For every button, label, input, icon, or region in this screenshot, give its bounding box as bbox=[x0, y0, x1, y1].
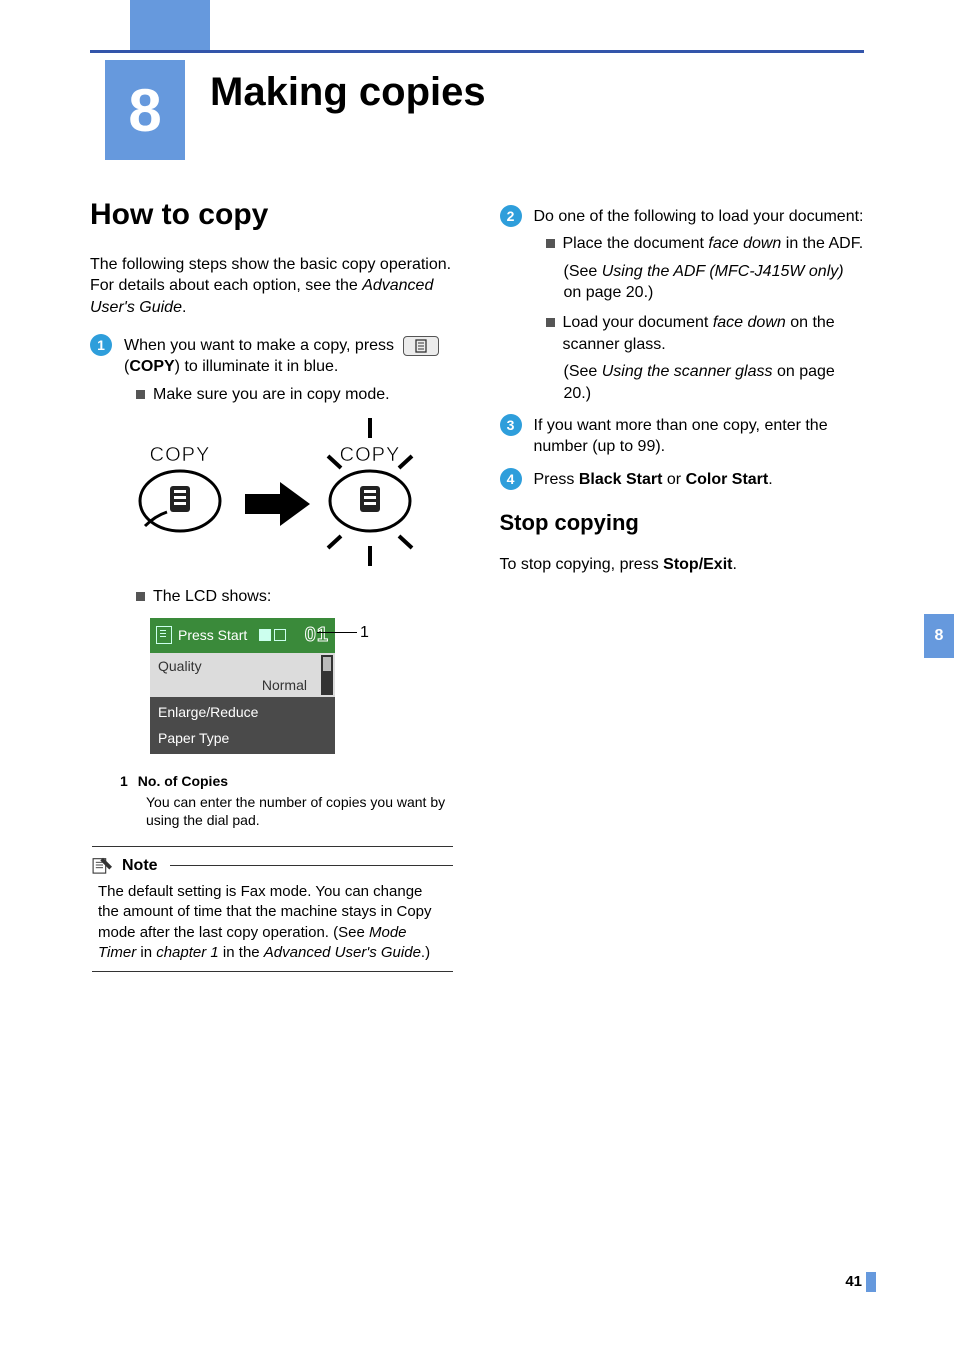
lcd-row-enlarge: Enlarge/Reduce bbox=[150, 697, 335, 728]
copy-key-icon bbox=[403, 336, 439, 356]
right-column: 2 Do one of the following to load your d… bbox=[500, 195, 865, 972]
lcd-row-papertype: Paper Type bbox=[150, 727, 335, 754]
subsection-heading: Stop copying bbox=[500, 508, 865, 538]
lcd-header-text: Press Start bbox=[178, 626, 247, 645]
side-tab-number: 8 bbox=[935, 627, 944, 645]
s2b2-em: face down bbox=[713, 314, 786, 331]
step-3-text: If you want more than one copy, enter th… bbox=[534, 415, 865, 458]
lcd-quality-row: Quality Normal bbox=[150, 653, 335, 697]
lcd-screen: Press Start 01 Quality Normal Enlarge/Re… bbox=[150, 618, 335, 755]
note-heading-rule bbox=[170, 865, 453, 866]
bullet-square-icon bbox=[136, 592, 145, 601]
step2-bullet-2: Load your document face down on the scan… bbox=[546, 312, 865, 355]
step1-line-b: ) to illuminate it in blue. bbox=[175, 358, 339, 375]
step2-bullet-1-sub: (See Using the ADF (MFC-J415W only) on p… bbox=[564, 261, 865, 304]
illustration-copy-right: COPY bbox=[340, 444, 401, 466]
s2b1s-em: Using the ADF (MFC-J415W only) bbox=[602, 263, 844, 280]
left-column: How to copy The following steps show the… bbox=[90, 195, 455, 972]
step1-line-a: When you want to make a copy, press bbox=[124, 337, 399, 354]
note-heading: Note bbox=[92, 855, 453, 877]
step1-bullet-2: The LCD shows: bbox=[136, 586, 455, 608]
intro-paragraph: The following steps show the basic copy … bbox=[90, 254, 455, 319]
step2-bullet-2-sub: (See Using the scanner glass on page 20.… bbox=[564, 361, 865, 404]
lcd-scrollbar bbox=[321, 655, 333, 695]
note-text-c: in the bbox=[219, 944, 264, 961]
lcd-copy-count: 01 bbox=[305, 622, 329, 649]
step2-bullet-1-text: Place the document face down in the ADF. bbox=[563, 233, 864, 255]
step2-bullet-1: Place the document face down in the ADF. bbox=[546, 233, 865, 255]
lcd-doc-icon bbox=[156, 626, 172, 644]
chapter-side-tab: 8 bbox=[924, 614, 954, 658]
lcd-legend: 1 No. of Copies You can enter the number … bbox=[120, 772, 455, 829]
page-number: 41 bbox=[845, 1273, 862, 1290]
note-block: Note The default setting is Fax mode. Yo… bbox=[92, 846, 453, 973]
chapter-number-box: 8 bbox=[105, 60, 185, 160]
callout-leader-line bbox=[317, 632, 357, 633]
bullet-square-icon bbox=[136, 390, 145, 399]
s2b2s-a: (See bbox=[564, 363, 602, 380]
lcd-quality-value: Normal bbox=[158, 676, 327, 695]
intro-text-b: . bbox=[182, 299, 186, 316]
s2b1-a: Place the document bbox=[563, 235, 709, 252]
note-text-d: .) bbox=[421, 944, 430, 961]
stop-paragraph: To stop copying, press Stop/Exit. bbox=[500, 554, 865, 576]
note-icon bbox=[92, 856, 114, 874]
s4-mid: or bbox=[662, 471, 685, 488]
step1-bullet-1: Make sure you are in copy mode. bbox=[136, 384, 455, 406]
chapter-title: Making copies bbox=[210, 70, 486, 115]
step2-bullet-2-text: Load your document face down on the scan… bbox=[563, 312, 865, 355]
step-4-text: Press Black Start or Color Start. bbox=[534, 469, 773, 491]
step-4-number: 4 bbox=[500, 468, 522, 490]
lcd-page-boxes-icon bbox=[259, 629, 286, 641]
header-rule bbox=[90, 50, 864, 53]
step-1-body: When you want to make a copy, press (COP… bbox=[124, 335, 455, 378]
legend-number: 1 bbox=[120, 773, 128, 789]
s2b1-b: in the ADF. bbox=[781, 235, 863, 252]
step-3-number: 3 bbox=[500, 414, 522, 436]
step-2-number: 2 bbox=[500, 205, 522, 227]
s2b1s-b: on page 20.) bbox=[564, 284, 654, 301]
chapter-number: 8 bbox=[128, 76, 161, 145]
section-heading: How to copy bbox=[90, 195, 455, 236]
s4-end: . bbox=[768, 471, 772, 488]
step-2: 2 Do one of the following to load your d… bbox=[500, 205, 865, 227]
s2b1-em: face down bbox=[708, 235, 781, 252]
s4-b1: Black Start bbox=[579, 471, 663, 488]
note-em2: chapter 1 bbox=[156, 944, 219, 961]
stop-b: Stop/Exit bbox=[663, 556, 732, 573]
callout-number: 1 bbox=[360, 622, 369, 644]
legend-title: No. of Copies bbox=[138, 773, 228, 789]
step-2-intro: Do one of the following to load your doc… bbox=[534, 206, 864, 228]
note-text-b: in bbox=[136, 944, 156, 961]
lcd-illustration: Press Start 01 Quality Normal Enlarge/Re… bbox=[150, 618, 360, 755]
copy-button-illustration: COPY COPY bbox=[96, 416, 455, 573]
legend-body: You can enter the number of copies you w… bbox=[146, 793, 455, 829]
step-1: 1 When you want to make a copy, press (C… bbox=[90, 334, 455, 378]
step-3: 3 If you want more than one copy, enter … bbox=[500, 414, 865, 458]
s2b2s-em: Using the scanner glass bbox=[602, 363, 773, 380]
note-label: Note bbox=[122, 855, 158, 877]
bullet-square-icon bbox=[546, 239, 555, 248]
lcd-quality-label: Quality bbox=[158, 658, 202, 674]
step1-bullet-1-text: Make sure you are in copy mode. bbox=[153, 384, 390, 406]
illustration-copy-left: COPY bbox=[150, 444, 211, 466]
step1-bullet-2-text: The LCD shows: bbox=[153, 586, 271, 608]
s4-b2: Color Start bbox=[686, 471, 769, 488]
header-accent-block bbox=[130, 0, 210, 50]
note-em3: Advanced User's Guide bbox=[264, 944, 421, 961]
lcd-header: Press Start 01 bbox=[150, 618, 335, 653]
step-1-number: 1 bbox=[90, 334, 112, 356]
bullet-square-icon bbox=[546, 318, 555, 327]
content-columns: How to copy The following steps show the… bbox=[90, 195, 864, 972]
step-4: 4 Press Black Start or Color Start. bbox=[500, 468, 865, 490]
stop-c: . bbox=[732, 556, 736, 573]
s2b1s-a: (See bbox=[564, 263, 602, 280]
note-body: The default setting is Fax mode. You can… bbox=[92, 882, 453, 963]
stop-a: To stop copying, press bbox=[500, 556, 664, 573]
s4-a: Press bbox=[534, 471, 579, 488]
s2b2-a: Load your document bbox=[563, 314, 713, 331]
copy-word: COPY bbox=[129, 358, 174, 375]
page-corner-accent bbox=[866, 1272, 876, 1292]
